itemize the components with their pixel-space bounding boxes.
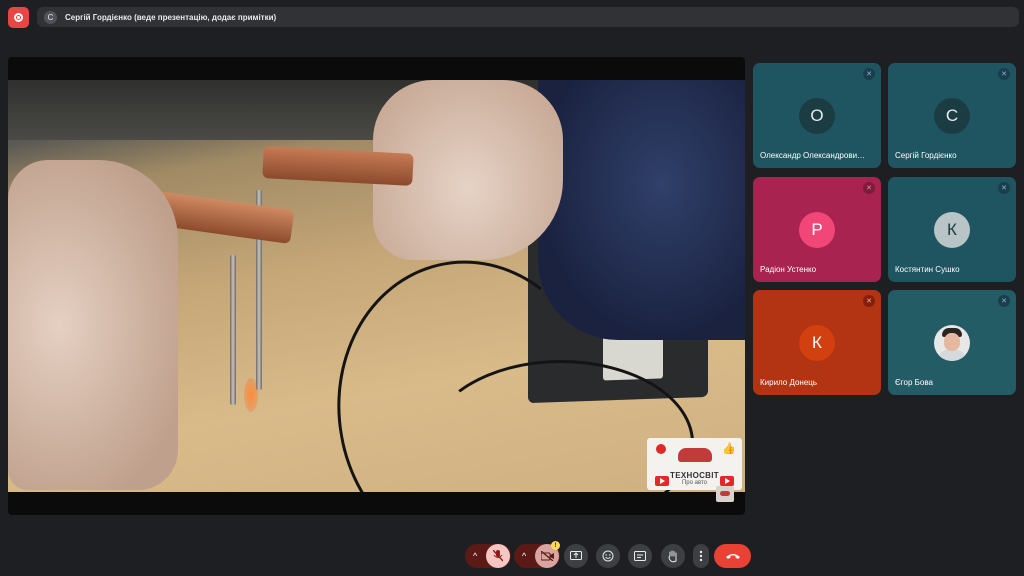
participant-tile[interactable]: ✕ О Олександр Олександрови… — [753, 63, 881, 168]
presenter-status-text: Сергій Гордієнко (веде презентацію, дода… — [65, 12, 277, 22]
play-icon — [655, 476, 669, 486]
avatar: С — [934, 98, 970, 134]
presenter-avatar: С — [44, 10, 57, 24]
end-call-icon — [725, 554, 740, 559]
car-logo — [677, 448, 712, 462]
more-vert-icon — [699, 550, 703, 562]
mic-off-icon: ✕ — [863, 68, 875, 80]
mic-off-icon: ✕ — [998, 68, 1010, 80]
mic-off-button[interactable] — [486, 544, 510, 568]
present-screen-button[interactable] — [564, 544, 588, 568]
mic-off-icon: ✕ — [863, 182, 875, 194]
watermark-title: ТЕХНОСВІТ — [670, 471, 719, 480]
glowing-tip — [244, 378, 258, 412]
avatar: К — [799, 325, 835, 361]
participant-name: Кирило Донець — [760, 378, 818, 387]
participant-tile[interactable]: ✕ К Костянтин Сушко — [888, 177, 1016, 282]
channel-watermark: 👍 ТЕХНОСВІТ Про авто — [647, 438, 742, 490]
watermark-subtitle: Про авто — [681, 480, 708, 486]
participant-name: Олександр Олександрови… — [760, 151, 866, 160]
mic-off-icon — [493, 550, 503, 562]
end-call-button[interactable] — [714, 544, 751, 568]
participant-tile[interactable]: ✕ Р Радіон Устенко — [753, 177, 881, 282]
participant-name: Сергій Гордієнко — [895, 151, 957, 160]
avatar-photo — [934, 325, 970, 361]
captions-icon — [634, 551, 646, 561]
emoji-button[interactable] — [596, 544, 620, 568]
participant-name: Костянтин Сушко — [895, 265, 960, 274]
camera-warning-badge: ! — [551, 541, 560, 550]
participant-name: Єгор Бова — [895, 378, 933, 387]
copper-clamp — [262, 146, 414, 186]
presentation-video: 👍 ТЕХНОСВІТ Про авто — [8, 80, 745, 492]
mic-off-icon: ✕ — [998, 295, 1010, 307]
bell-icon — [656, 444, 666, 454]
video-left-hand — [8, 160, 178, 490]
captions-button[interactable] — [628, 544, 652, 568]
avatar: О — [799, 98, 835, 134]
mini-channel-logo — [716, 486, 734, 502]
participant-tile[interactable]: ✕ Єгор Бова — [888, 290, 1016, 395]
video-sleeve — [538, 80, 745, 340]
mic-off-icon: ✕ — [863, 295, 875, 307]
presentation-stage[interactable]: 👍 ТЕХНОСВІТ Про авто — [8, 57, 745, 515]
avatar: Р — [799, 212, 835, 248]
presenter-banner: С Сергій Гордієнко (веде презентацію, до… — [37, 7, 1019, 27]
camera-off-icon — [540, 551, 554, 561]
participant-name: Радіон Устенко — [760, 265, 817, 274]
recording-button[interactable] — [8, 7, 29, 28]
participant-tile[interactable]: ✕ С Сергій Гордієнко — [888, 63, 1016, 168]
present-screen-icon — [570, 551, 582, 560]
chevron-up-icon[interactable]: ^ — [473, 551, 477, 561]
raise-hand-button[interactable] — [661, 544, 685, 568]
emoji-icon — [602, 550, 614, 562]
mic-control-group: ^ — [465, 544, 511, 568]
record-icon — [14, 13, 23, 22]
more-options-button[interactable] — [693, 544, 709, 568]
avatar: К — [934, 212, 970, 248]
glow-plug — [230, 255, 236, 405]
chevron-up-icon[interactable]: ^ — [522, 551, 526, 561]
mic-off-icon: ✕ — [998, 182, 1010, 194]
like-icon: 👍 — [722, 443, 736, 455]
participant-tile[interactable]: ✕ К Кирило Донець — [753, 290, 881, 395]
play-icon — [720, 476, 734, 486]
raise-hand-icon — [668, 550, 677, 562]
